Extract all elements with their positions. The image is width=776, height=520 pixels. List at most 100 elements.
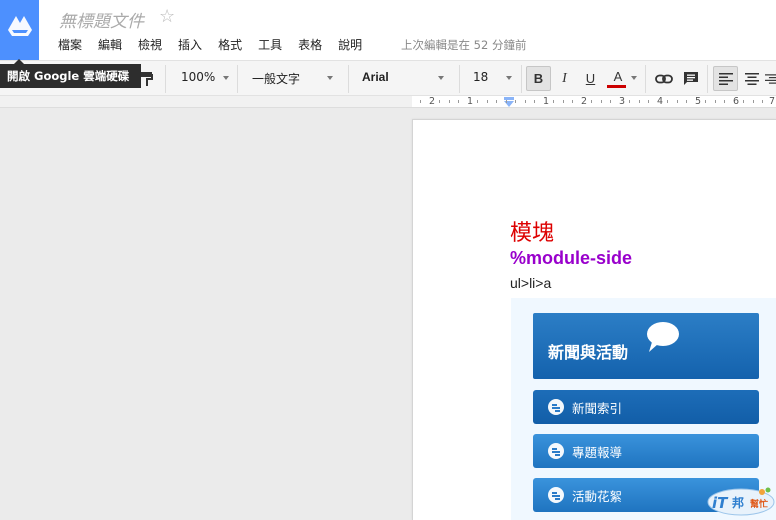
document-title[interactable]: 無標題文件 [59, 7, 144, 32]
menu-item[interactable]: 工具 [250, 36, 290, 53]
chevron-down-icon [506, 76, 512, 80]
news-bullet-icon [548, 443, 564, 459]
ruler-number: 5 [695, 96, 702, 107]
module-link[interactable]: 新聞索引 [533, 390, 759, 424]
ruler-tick [534, 100, 535, 103]
font-family-select[interactable]: Arial [362, 70, 444, 84]
last-edit-status[interactable]: 上次編輯是在 52 分鐘前 [401, 37, 526, 53]
svg-text:邦: 邦 [732, 495, 744, 510]
chevron-down-icon [438, 76, 444, 80]
ruler-tick [563, 100, 564, 103]
align-right-icon [765, 73, 776, 84]
insert-link-button[interactable] [651, 66, 676, 91]
menu-bar: 檔案 編輯 檢視 插入 格式 工具 表格 說明 [50, 36, 370, 53]
font-size-value: 18 [473, 70, 489, 84]
paint-format-icon[interactable] [140, 71, 154, 87]
underline-button[interactable]: U [578, 66, 603, 91]
ruler-tick [762, 100, 763, 103]
insert-comment-button[interactable] [678, 66, 703, 91]
zoom-select[interactable]: 100% [181, 70, 229, 84]
ruler-tick [667, 100, 668, 103]
ruler-tick [525, 100, 526, 103]
ruler-tick [753, 100, 754, 103]
align-center-button[interactable] [739, 66, 764, 91]
news-bullet-icon [548, 399, 564, 415]
paragraph-style-value: 一般文字 [252, 72, 301, 86]
menu-item[interactable]: 格式 [210, 36, 250, 53]
module-link[interactable]: 專題報導 [533, 434, 759, 468]
app-header: 無標題文件 ☆ 檔案 編輯 檢視 插入 格式 工具 表格 說明 上次編輯是在 52 分鐘前 [0, 0, 776, 60]
drive-tooltip: 開啟 Google 雲端硬碟 [0, 64, 141, 88]
indent-marker-icon[interactable] [503, 97, 515, 107]
menu-item[interactable]: 編輯 [90, 36, 130, 53]
ruler-tick [629, 100, 630, 103]
ruler-tick [639, 100, 640, 103]
menu-item[interactable]: 檢視 [130, 36, 170, 53]
toolbar-separator [707, 65, 708, 93]
ruler: 2 1 1 2 3 4 5 6 7 [0, 96, 776, 108]
toolbar-separator [237, 65, 238, 93]
bold-button[interactable]: B [526, 66, 551, 91]
font-family-value: Arial [362, 70, 389, 84]
toolbar-separator [459, 65, 460, 93]
align-right-button[interactable] [765, 66, 776, 91]
paragraph-style-select[interactable]: 一般文字 [252, 70, 333, 87]
text-color-button[interactable]: A [604, 66, 632, 91]
ruler-tick [449, 100, 450, 103]
italic-button[interactable]: I [552, 66, 577, 91]
ithome-watermark-logo: iT 邦 幫忙 [707, 487, 775, 516]
ruler-tick [439, 100, 440, 103]
news-bullet-icon [548, 487, 564, 503]
toolbar-separator [521, 65, 522, 93]
ruler-tick [648, 100, 649, 103]
ruler-number: 1 [543, 96, 550, 107]
zoom-value: 100% [181, 70, 216, 84]
speech-bubble-icon [647, 322, 679, 352]
ruler-tick [677, 100, 678, 103]
text-color-swatch [607, 85, 626, 88]
ruler-tick [715, 100, 716, 103]
comment-icon [683, 72, 698, 85]
align-left-icon [718, 72, 733, 85]
module-link-label: 專題報導 [572, 444, 623, 460]
ruler-tick [724, 100, 725, 103]
menu-item[interactable]: 檔案 [50, 36, 90, 53]
ruler-number: 2 [581, 96, 588, 107]
google-drive-icon [7, 16, 32, 36]
ruler-tick [458, 100, 459, 103]
ruler-tick [496, 100, 497, 103]
document-subheading[interactable]: %module-side [510, 248, 632, 269]
ruler-tick [506, 100, 507, 103]
text-color-letter: A [613, 69, 623, 84]
document-body-text[interactable]: ul>li>a [510, 275, 551, 291]
menu-item[interactable]: 插入 [170, 36, 210, 53]
toolbar-separator [165, 65, 166, 93]
svg-text:iT: iT [712, 494, 729, 512]
ruler-tick [705, 100, 706, 103]
chevron-down-icon [223, 76, 229, 80]
link-icon [654, 74, 673, 83]
ruler-number: 4 [657, 96, 664, 107]
ruler-tick [686, 100, 687, 103]
align-left-button[interactable] [713, 66, 738, 91]
module-title: 新聞與活動 [548, 343, 629, 362]
ruler-tick [487, 100, 488, 103]
google-drive-button[interactable] [0, 0, 39, 60]
module-link-label: 活動花絮 [572, 488, 623, 504]
ruler-tick [601, 100, 602, 103]
document-heading[interactable]: 模塊 [510, 215, 554, 247]
ruler-number: 1 [467, 96, 474, 107]
ruler-number: 7 [769, 96, 776, 107]
document-page[interactable]: 模塊 %module-side ul>li>a 新聞與活動 新聞索引專題報導活動… [412, 119, 776, 520]
ruler-tick [610, 100, 611, 103]
chevron-down-icon [631, 76, 637, 80]
menu-item[interactable]: 說明 [330, 36, 370, 53]
font-size-select[interactable]: 18 [473, 70, 513, 84]
ruler-number: 2 [429, 96, 436, 107]
ruler-number: 6 [733, 96, 740, 107]
ruler-tick [515, 100, 516, 103]
menu-item[interactable]: 表格 [290, 36, 330, 53]
star-icon[interactable]: ☆ [159, 6, 175, 27]
ruler-tick [553, 100, 554, 103]
ruler-tick [420, 100, 421, 103]
